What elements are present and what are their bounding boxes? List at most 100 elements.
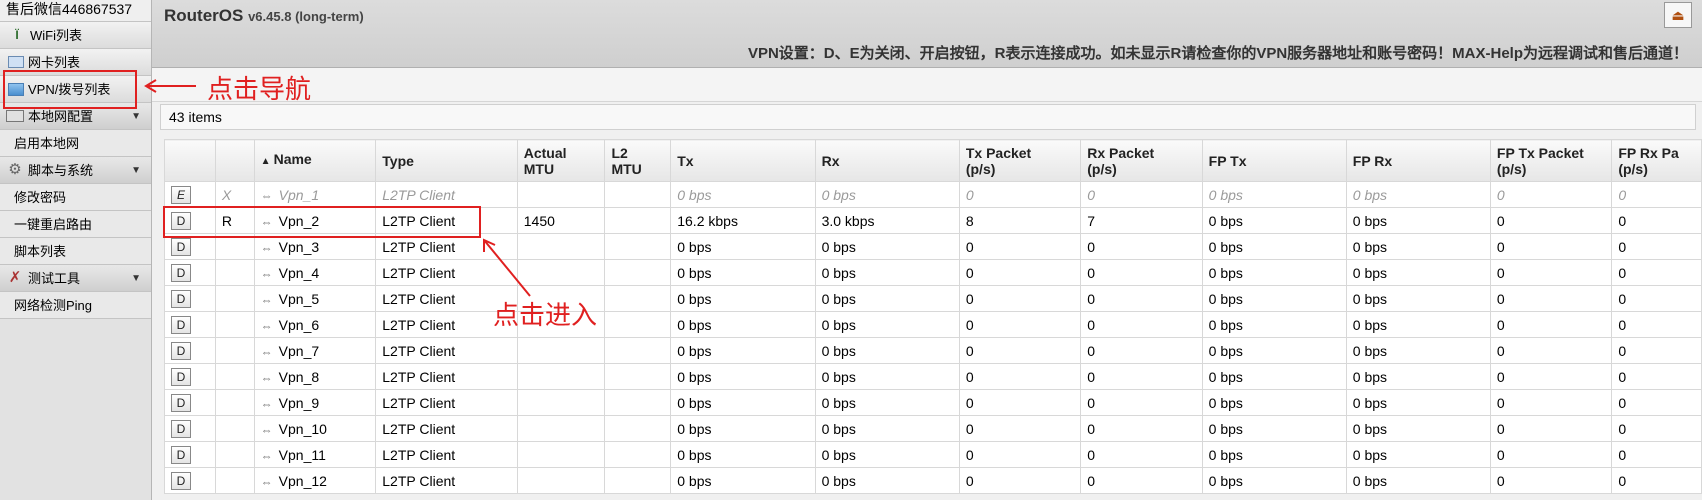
fp-tx-packet-rate: 0 bbox=[1489, 259, 1613, 286]
interface-name-label[interactable]: Vpn_9 bbox=[279, 395, 319, 411]
disable-button[interactable]: D bbox=[171, 315, 191, 334]
toggle-button-cell: D bbox=[164, 259, 216, 286]
sidebar-item-script-list[interactable]: 脚本列表 bbox=[0, 238, 151, 265]
tx-packet-rate: 0 bbox=[958, 467, 1082, 494]
sidebar-item-label: 测试工具 bbox=[28, 270, 81, 286]
interface-name: ⇔ Vpn_10 bbox=[253, 415, 377, 442]
row-highlight-box bbox=[163, 206, 481, 238]
tx-rate: 0 bps bbox=[670, 259, 816, 286]
table-row[interactable]: D ⇔ Vpn_7 L2TP Client 0 bps 0 bps 0 0 0 bps 0 bps… bbox=[164, 337, 1702, 364]
disable-button[interactable]: D bbox=[171, 237, 191, 256]
column-header-fp-tx[interactable]: FP Tx bbox=[1201, 139, 1347, 182]
actual-mtu bbox=[516, 363, 606, 390]
fp-tx-rate: 0 bps bbox=[1201, 207, 1347, 234]
column-header-l2-mtu[interactable]: L2 MTU bbox=[604, 139, 672, 182]
toggle-button-cell: D bbox=[164, 441, 216, 468]
sidebar-item-ping[interactable]: 网络检测Ping bbox=[0, 292, 151, 319]
column-header-toggle[interactable] bbox=[164, 139, 216, 182]
table-row[interactable]: D ⇔ Vpn_9 L2TP Client 0 bps 0 bps 0 0 0 bps 0 bps… bbox=[164, 389, 1702, 416]
logout-button[interactable]: ⏏ bbox=[1664, 2, 1692, 28]
sidebar-item-reboot[interactable]: 一键重启路由 bbox=[0, 211, 151, 238]
fp-tx-rate: 0 bps bbox=[1201, 389, 1347, 416]
interface-type: L2TP Client bbox=[375, 337, 518, 364]
l2-mtu bbox=[604, 337, 672, 364]
column-header-rx-packet[interactable]: Rx Packet (p/s) bbox=[1080, 139, 1203, 182]
disable-button[interactable]: D bbox=[171, 445, 191, 464]
l2-mtu bbox=[604, 181, 672, 208]
page-title: RouterOS v6.45.8 (long-term) bbox=[164, 6, 364, 26]
disable-button[interactable]: D bbox=[171, 263, 191, 282]
status-flag bbox=[214, 285, 255, 312]
disable-button[interactable]: D bbox=[171, 289, 191, 308]
fp-rx-packet-rate: 0 bbox=[1611, 363, 1702, 390]
interface-name: ⇔ Vpn_4 bbox=[253, 259, 377, 286]
fp-rx-rate: 0 bps bbox=[1345, 259, 1491, 286]
interface-name-label[interactable]: Vpn_4 bbox=[279, 265, 319, 281]
l2-mtu bbox=[604, 311, 672, 338]
interface-name-label[interactable]: Vpn_8 bbox=[279, 369, 319, 385]
l2-mtu bbox=[604, 233, 672, 260]
interface-name-label[interactable]: Vpn_6 bbox=[279, 317, 319, 333]
interface-name-label[interactable]: Vpn_3 bbox=[279, 239, 319, 255]
toggle-button-cell: D bbox=[164, 337, 216, 364]
fp-rx-packet-rate: 0 bbox=[1611, 259, 1702, 286]
status-flag bbox=[214, 311, 255, 338]
interface-link-icon: ⇔ bbox=[260, 188, 273, 203]
l2-mtu bbox=[604, 389, 672, 416]
sidebar-item-enable-lan[interactable]: 启用本地网 bbox=[0, 130, 151, 157]
sidebar-item-label: WiFi列表 bbox=[30, 27, 82, 43]
table-row[interactable]: D ⇔ Vpn_8 L2TP Client 0 bps 0 bps 0 0 0 bps 0 bps… bbox=[164, 363, 1702, 390]
table-row[interactable]: D ⇔ Vpn_5 L2TP Client 0 bps 0 bps 0 0 0 bps 0 bps… bbox=[164, 285, 1702, 312]
interface-name-label[interactable]: Vpn_5 bbox=[279, 291, 319, 307]
rx-rate: 0 bps bbox=[814, 285, 960, 312]
tx-packet-rate: 0 bbox=[958, 337, 1082, 364]
column-header-rx[interactable]: Rx bbox=[814, 139, 960, 182]
status-flag bbox=[214, 363, 255, 390]
disable-button[interactable]: D bbox=[171, 393, 191, 412]
vpn-notice: VPN设置：D、E为关闭、开启按钮，R表示连接成功。如未显示R请检查你的VPN服… bbox=[747, 45, 1688, 62]
column-header-actual-mtu[interactable]: Actual MTU bbox=[516, 139, 606, 182]
toggle-button-cell: E bbox=[164, 181, 216, 208]
table-row[interactable]: D ⇔ Vpn_11 L2TP Client 0 bps 0 bps 0 0 0 bps 0 bp… bbox=[164, 441, 1702, 468]
sidebar-group-scripts[interactable]: ⚙ 脚本与系统 ▼ bbox=[0, 157, 151, 184]
interface-name-label[interactable]: Vpn_7 bbox=[279, 343, 319, 359]
sidebar-item-label: 脚本与系统 bbox=[28, 162, 94, 178]
table-row[interactable]: D ⇔ Vpn_12 L2TP Client 0 bps 0 bps 0 0 0 bps 0 bp… bbox=[164, 467, 1702, 494]
column-header-flag[interactable] bbox=[214, 139, 255, 182]
interface-link-icon: ⇔ bbox=[260, 318, 273, 333]
tx-rate: 0 bps bbox=[670, 311, 816, 338]
interface-name-label[interactable]: Vpn_10 bbox=[279, 421, 327, 437]
column-header-type[interactable]: Type bbox=[375, 139, 518, 182]
column-header-tx-packet[interactable]: Tx Packet (p/s) bbox=[958, 139, 1082, 182]
column-header-fp-rx-packet[interactable]: FP Rx Pa (p/s) bbox=[1611, 139, 1702, 182]
table-row[interactable]: E X ⇔ Vpn_1 L2TP Client 0 bps 0 bps 0 0 0 bps 0 bp… bbox=[164, 181, 1702, 208]
table-row[interactable]: D ⇔ Vpn_10 L2TP Client 0 bps 0 bps 0 0 0 bps 0 bp… bbox=[164, 415, 1702, 442]
column-header-name[interactable]: ▲ Name bbox=[253, 139, 377, 182]
disable-button[interactable]: D bbox=[171, 471, 191, 490]
column-header-fp-tx-packet[interactable]: FP Tx Packet (p/s) bbox=[1489, 139, 1613, 182]
interface-type: L2TP Client bbox=[375, 441, 518, 468]
sort-asc-icon: ▲ bbox=[260, 156, 271, 167]
fp-tx-rate: 0 bps bbox=[1201, 285, 1347, 312]
interface-name-label[interactable]: Vpn_11 bbox=[279, 447, 326, 463]
enable-button[interactable]: E bbox=[171, 185, 191, 204]
interface-name-label[interactable]: Vpn_12 bbox=[279, 473, 327, 489]
fp-rx-packet-rate: 0 bbox=[1611, 415, 1702, 442]
table-row[interactable]: D ⇔ Vpn_4 L2TP Client 0 bps 0 bps 0 0 0 bps 0 bps… bbox=[164, 259, 1702, 286]
interface-name-label[interactable]: Vpn_1 bbox=[279, 187, 319, 203]
fp-tx-rate: 0 bps bbox=[1201, 467, 1347, 494]
table-row[interactable]: D ⇔ Vpn_6 L2TP Client 0 bps 0 bps 0 0 0 bps 0 bps… bbox=[164, 311, 1702, 338]
sidebar-item-wifi[interactable]: Ï WiFi列表 bbox=[0, 22, 151, 49]
interface-table: ▲ Name Type Actual MTU L2 MTU Tx Rx Tx Pack… bbox=[164, 139, 1702, 494]
sidebar-item-change-password[interactable]: 修改密码 bbox=[0, 184, 151, 211]
sidebar-group-tools[interactable]: ✗ 测试工具 ▼ bbox=[0, 265, 151, 292]
status-flag bbox=[214, 415, 255, 442]
toggle-button-cell: D bbox=[164, 363, 216, 390]
disable-button[interactable]: D bbox=[171, 367, 191, 386]
support-contact: 售后微信446867537 bbox=[0, 0, 151, 22]
column-header-tx[interactable]: Tx bbox=[670, 139, 816, 182]
disable-button[interactable]: D bbox=[171, 419, 191, 438]
fp-tx-packet-rate: 0 bbox=[1489, 285, 1613, 312]
disable-button[interactable]: D bbox=[171, 341, 191, 360]
column-header-fp-rx[interactable]: FP Rx bbox=[1345, 139, 1491, 182]
